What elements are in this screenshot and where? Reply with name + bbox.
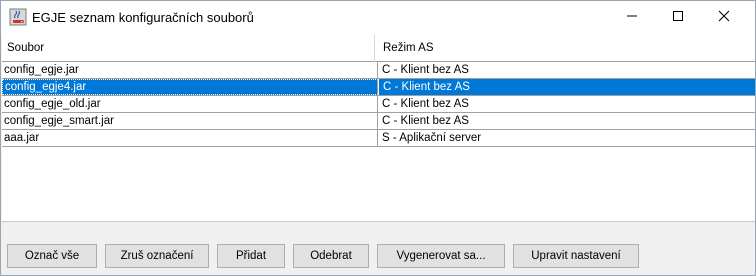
cell-rezim-as: S - Aplikační server xyxy=(382,132,482,144)
title-bar[interactable]: EGJE seznam konfiguračních souborů xyxy=(1,1,755,34)
cell-soubor: config_egje_old.jar xyxy=(2,96,378,112)
cell-rezim-as: C - Klient bez AS xyxy=(382,115,469,127)
button-bar: Označ vše Zruš označení Přidat Odebrat V… xyxy=(2,237,755,271)
table-row[interactable]: config_egje_smart.jar C - Klient bez AS xyxy=(2,113,755,130)
column-header-soubor[interactable]: Soubor xyxy=(2,34,375,62)
select-all-button[interactable]: Označ vše xyxy=(7,244,97,268)
maximize-button[interactable] xyxy=(655,1,701,34)
remove-button[interactable]: Odebrat xyxy=(293,244,369,268)
cell-soubor: config_egje4.jar xyxy=(2,79,378,95)
window-title: EGJE seznam konfiguračních souborů xyxy=(32,10,254,25)
column-header-rezim-as[interactable]: Režim AS xyxy=(375,34,755,62)
table-row-selected[interactable]: config_egje4.jar C - Klient bez AS xyxy=(2,79,755,96)
table-body: config_egje.jar C - Klient bez AS config… xyxy=(2,62,755,147)
cell-rezim-as: C - Klient bez AS xyxy=(378,79,755,95)
java-coffee-icon[interactable] xyxy=(9,8,27,26)
cell-soubor: config_egje.jar xyxy=(2,62,378,78)
table-row[interactable]: config_egje_old.jar C - Klient bez AS xyxy=(2,96,755,113)
generate-button[interactable]: Vygenerovat sa... xyxy=(377,244,505,268)
config-files-table[interactable]: Soubor Režim AS config_egje.jar C - Klie… xyxy=(2,34,755,222)
table-header: Soubor Režim AS xyxy=(2,34,755,62)
config-list-window: EGJE seznam konfiguračních souborů Soubo… xyxy=(0,0,756,276)
cell-soubor: aaa.jar xyxy=(2,130,378,146)
close-button[interactable] xyxy=(701,1,747,34)
add-button[interactable]: Přidat xyxy=(217,244,285,268)
close-icon xyxy=(718,10,730,25)
table-row[interactable]: config_egje.jar C - Klient bez AS xyxy=(2,62,755,79)
minimize-button[interactable] xyxy=(609,1,655,34)
table-row[interactable]: aaa.jar S - Aplikační server xyxy=(2,130,755,147)
maximize-icon xyxy=(672,10,684,25)
cell-rezim-as: C - Klient bez AS xyxy=(382,64,469,76)
minimize-icon xyxy=(626,10,638,25)
cell-rezim-as: C - Klient bez AS xyxy=(382,98,469,110)
edit-settings-button[interactable]: Upravit nastavení xyxy=(513,244,639,268)
deselect-button[interactable]: Zruš označení xyxy=(105,244,209,268)
cell-soubor: config_egje_smart.jar xyxy=(2,113,378,129)
